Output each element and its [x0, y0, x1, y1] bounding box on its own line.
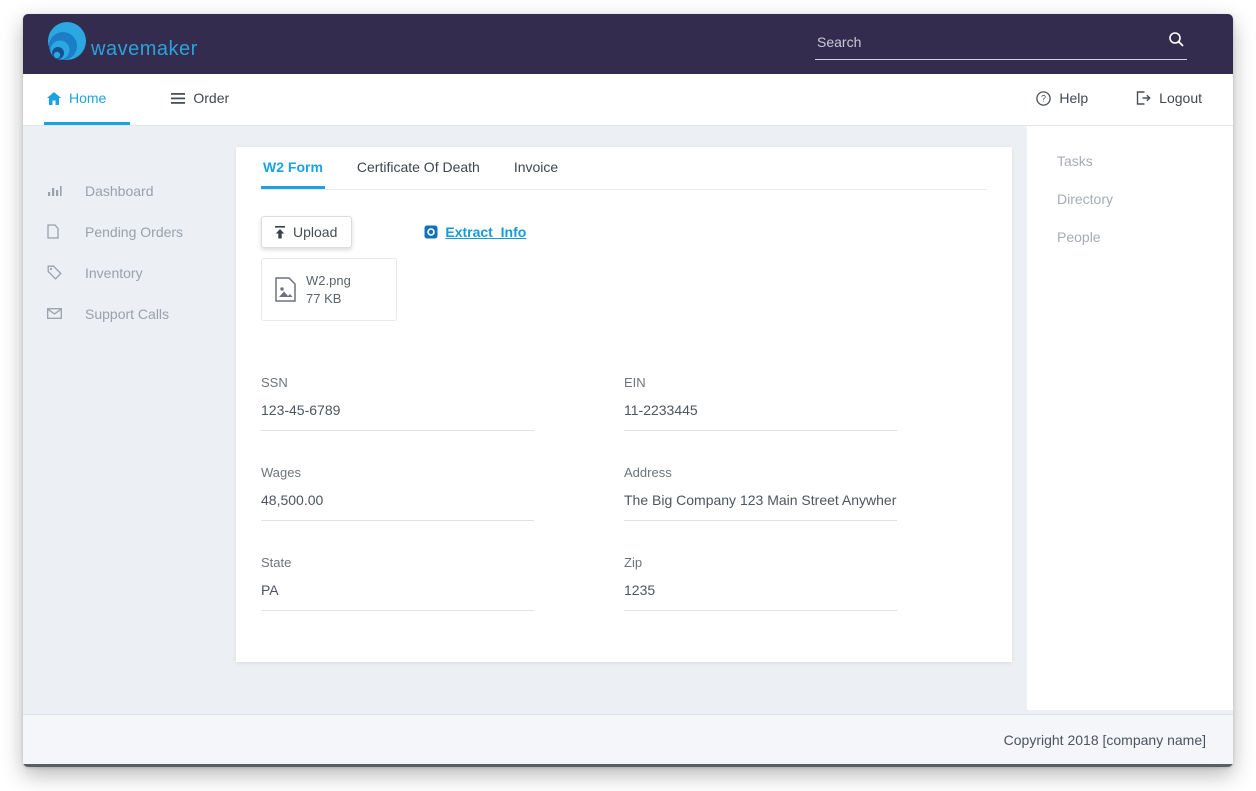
- footer: Copyright 2018 [company name]: [23, 714, 1233, 764]
- search-icon[interactable]: [1168, 31, 1185, 48]
- document-icon: [47, 224, 73, 239]
- tab-label: Certificate Of Death: [357, 159, 480, 175]
- left-sidebar: Dashboard Pending Orders Inventory: [23, 126, 236, 714]
- w2-form-fields: SSN 123-45-6789 EIN 11-2233445 Wages 48,…: [261, 375, 987, 611]
- sidebar-item-people[interactable]: People: [1057, 229, 1233, 245]
- ssn-input[interactable]: 123-45-6789: [261, 402, 534, 431]
- window-bottom-edge: [23, 764, 1233, 767]
- nav-item-help[interactable]: ? Help: [1033, 74, 1091, 125]
- document-tabs: W2 Form Certificate Of Death Invoice: [261, 147, 987, 190]
- tab-label: Invoice: [514, 159, 558, 175]
- field-label: Zip: [624, 555, 897, 570]
- sidebar-item-label: Support Calls: [85, 306, 169, 322]
- nav-logout-label: Logout: [1159, 90, 1202, 106]
- bar-chart-icon: [47, 184, 73, 197]
- wavemaker-logo-icon: [41, 20, 89, 68]
- image-file-icon: [275, 277, 296, 302]
- nav-help-label: Help: [1059, 90, 1088, 106]
- field-ein: EIN 11-2233445: [624, 375, 897, 431]
- extract-info-link-text[interactable]: Extract_Info: [445, 224, 526, 240]
- sidebar-item-pending-orders[interactable]: Pending Orders: [23, 211, 236, 252]
- state-input[interactable]: PA: [261, 582, 534, 611]
- nav-order-label: Order: [193, 90, 229, 106]
- help-icon: ?: [1036, 91, 1051, 106]
- extract-info-link[interactable]: Extract_Info: [424, 224, 526, 240]
- upload-button[interactable]: Upload: [261, 216, 352, 248]
- field-label: SSN: [261, 375, 534, 390]
- file-name: W2.png: [306, 273, 351, 288]
- field-label: Wages: [261, 465, 534, 480]
- field-zip: Zip 1235: [624, 555, 897, 611]
- tab-certificate-of-death[interactable]: Certificate Of Death: [355, 147, 482, 189]
- address-input[interactable]: The Big Company 123 Main Street Anywhere…: [624, 492, 897, 521]
- main-panel: W2 Form Certificate Of Death Invoice: [236, 147, 1012, 662]
- sidebar-item-label: Inventory: [85, 265, 143, 281]
- uploaded-file-item[interactable]: W2.png 77 KB: [261, 258, 397, 321]
- list-icon: [171, 93, 185, 104]
- field-address: Address The Big Company 123 Main Street …: [624, 465, 897, 521]
- envelope-icon: [47, 308, 73, 319]
- content-area: Dashboard Pending Orders Inventory: [23, 126, 1233, 714]
- field-state: State PA: [261, 555, 534, 611]
- sidebar-item-directory[interactable]: Directory: [1057, 191, 1233, 207]
- field-wages: Wages 48,500.00: [261, 465, 534, 521]
- zip-input[interactable]: 1235: [624, 582, 897, 611]
- nav-left: Home Order: [44, 74, 232, 125]
- logout-icon: [1136, 91, 1151, 105]
- toolbar: Upload Extract_Info: [261, 216, 987, 248]
- nav-home-label: Home: [69, 90, 106, 106]
- home-icon: [47, 92, 61, 105]
- search-input[interactable]: [815, 28, 1187, 60]
- file-meta: W2.png 77 KB: [306, 273, 351, 306]
- sidebar-item-tasks[interactable]: Tasks: [1057, 153, 1233, 169]
- search-box: [815, 28, 1187, 60]
- nav-item-order[interactable]: Order: [168, 74, 232, 125]
- copyright-text: Copyright 2018 [company name]: [1004, 732, 1206, 748]
- sidebar-item-support-calls[interactable]: Support Calls: [23, 293, 236, 334]
- nav-item-home[interactable]: Home: [44, 74, 130, 125]
- ein-input[interactable]: 11-2233445: [624, 402, 897, 431]
- field-label: EIN: [624, 375, 897, 390]
- wages-input[interactable]: 48,500.00: [261, 492, 534, 521]
- field-label: State: [261, 555, 534, 570]
- sidebar-item-inventory[interactable]: Inventory: [23, 252, 236, 293]
- svg-text:?: ?: [1041, 93, 1046, 103]
- wavemaker-logo: wavemaker: [41, 20, 198, 68]
- nav-item-logout[interactable]: Logout: [1133, 74, 1205, 125]
- extract-file-icon: [424, 225, 438, 239]
- sidebar-item-label: Dashboard: [85, 183, 154, 199]
- app-window: wavemaker Home: [23, 14, 1233, 767]
- upload-button-label: Upload: [293, 224, 337, 240]
- nav-right: ? Help Logout: [1033, 74, 1205, 125]
- upload-icon: [274, 226, 286, 239]
- tag-icon: [47, 265, 73, 280]
- tab-invoice[interactable]: Invoice: [512, 147, 560, 189]
- sidebar-item-label: Pending Orders: [85, 224, 183, 240]
- right-sidebar: Tasks Directory People: [1027, 126, 1233, 710]
- field-ssn: SSN 123-45-6789: [261, 375, 534, 431]
- logo-text: wavemaker: [91, 38, 198, 61]
- file-size: 77 KB: [306, 291, 351, 306]
- main-navbar: Home Order ? Help: [23, 74, 1233, 126]
- tab-w2-form[interactable]: W2 Form: [261, 147, 325, 189]
- tab-label: W2 Form: [263, 159, 323, 175]
- app-header: wavemaker: [23, 14, 1233, 74]
- field-label: Address: [624, 465, 897, 480]
- sidebar-item-dashboard[interactable]: Dashboard: [23, 170, 236, 211]
